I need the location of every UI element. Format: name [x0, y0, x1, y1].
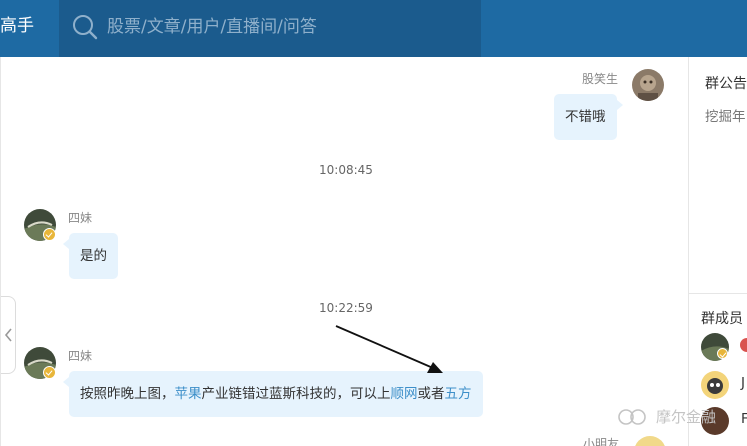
- message-text: 产业链错过蓝斯科技的，可以上: [201, 386, 391, 402]
- group-info-panel: 群公告 挖掘年 群成员 J F: [688, 57, 747, 446]
- search-box[interactable]: [59, 0, 481, 57]
- message-timestamp: 10:08:45: [319, 163, 373, 177]
- site-brand[interactable]: 高手: [0, 0, 34, 57]
- message-bubble: 不错哦: [554, 94, 622, 140]
- message-sender-name: 四妹: [68, 211, 93, 225]
- stock-link-shunwang[interactable]: 顺网: [391, 386, 418, 402]
- message-text: 或者: [417, 386, 445, 402]
- watermark-logo-icon: [618, 409, 646, 425]
- message-timestamp: 10:22:59: [319, 301, 373, 315]
- stock-link-wufang[interactable]: 五方: [445, 386, 472, 402]
- top-navigation-bar: 高手: [0, 0, 747, 57]
- announcement-title: 群公告: [705, 76, 747, 92]
- member-name[interactable]: J: [741, 375, 745, 391]
- chevron-left-icon: [4, 328, 12, 342]
- search-icon[interactable]: [71, 13, 99, 41]
- message-sender-name: 股笑生: [582, 72, 619, 86]
- message-bubble: 是的: [63, 233, 118, 279]
- members-title: 群成员: [701, 311, 743, 327]
- member-name[interactable]: F: [741, 411, 747, 427]
- member-avatar[interactable]: [701, 371, 729, 399]
- collapse-sidebar-handle[interactable]: [1, 296, 16, 374]
- verified-badge-icon: [717, 348, 728, 359]
- chat-panel: 股笑生 不错哦 10:08:45 四妹 是的 10:22:59 四妹 按照昨晚上…: [0, 57, 688, 446]
- announcement-text: 挖掘年: [705, 109, 746, 125]
- message-text: 按照昨晚上图，: [80, 386, 175, 402]
- message-sender-name: 四妹: [68, 349, 93, 363]
- avatar[interactable]: [634, 436, 666, 446]
- stock-link-apple[interactable]: 苹果: [175, 386, 202, 402]
- message-sender-name: 小明友: [583, 437, 620, 446]
- watermark-text: 摩尔金融: [656, 408, 717, 426]
- verified-badge-icon: [43, 228, 56, 241]
- annotation-arrow-icon: [335, 325, 443, 373]
- verified-badge-icon: [43, 366, 56, 379]
- avatar[interactable]: [632, 69, 664, 101]
- search-input[interactable]: [107, 14, 467, 40]
- divider: [689, 293, 747, 294]
- member-role-badge-icon: [740, 338, 747, 352]
